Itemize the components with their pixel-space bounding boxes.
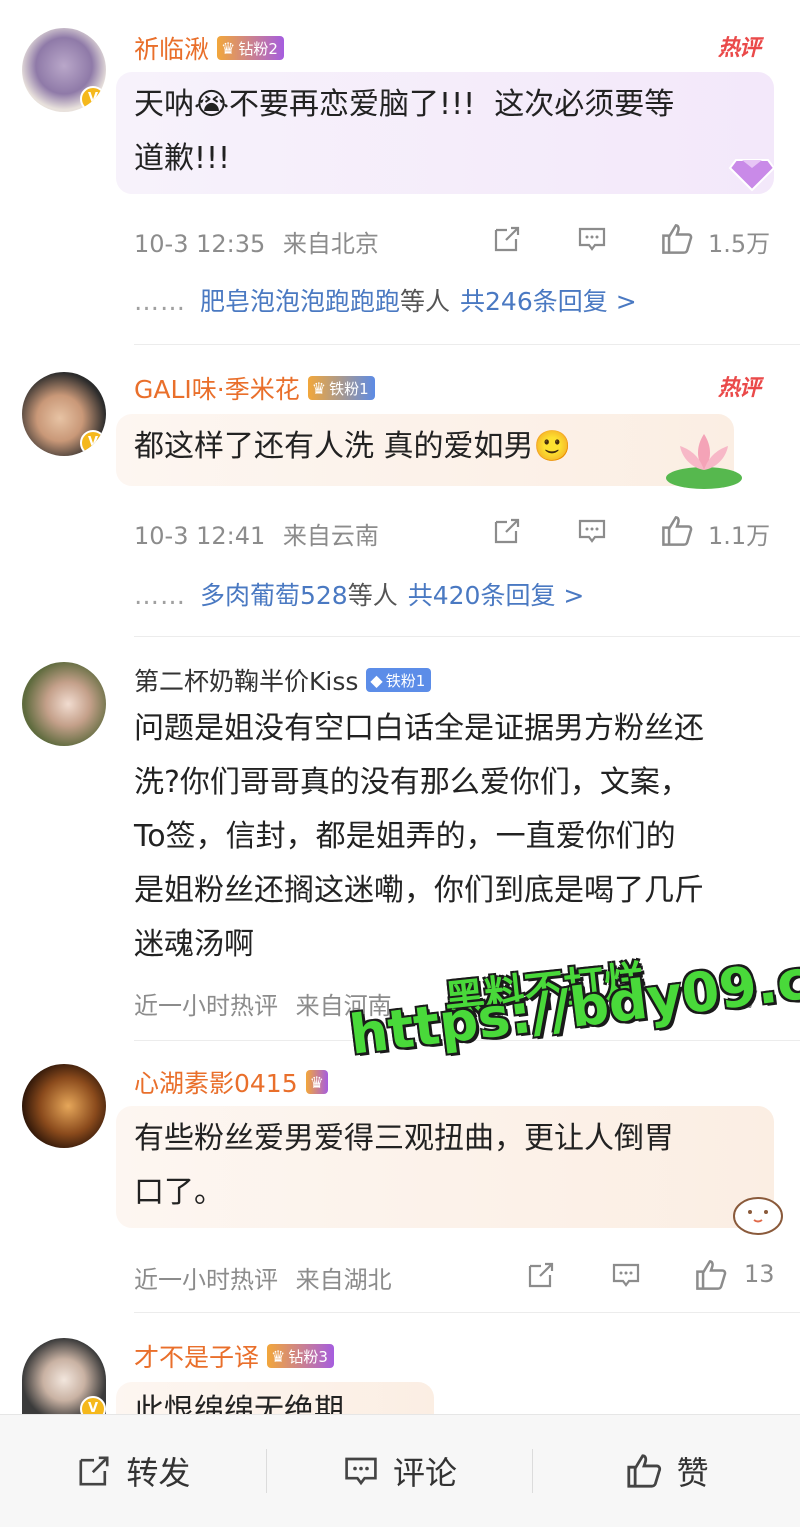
share-icon[interactable] — [492, 516, 522, 546]
fan-badge-label: 铁粉1 — [385, 671, 426, 690]
name-row: 才不是子译 ♛ 钻粉3 — [134, 1338, 334, 1374]
fan-badge: ♛ 钻粉2 — [217, 36, 284, 60]
comment-icon — [345, 1457, 377, 1486]
share-icon[interactable] — [526, 1260, 556, 1290]
crown-icon: ♛ — [309, 1072, 324, 1092]
name-row: 祈临湫 ♛ 钻粉2 — [134, 30, 284, 66]
fan-badge-label: 铁粉1 — [329, 379, 369, 398]
comment-location: 来自湖北 — [295, 1266, 392, 1294]
comment-text-clip: 此恨绵绵无绝期 — [134, 1390, 344, 1414]
avatar[interactable]: V — [22, 28, 106, 112]
avatar[interactable] — [22, 662, 106, 746]
like-button[interactable]: 赞 — [533, 1415, 800, 1527]
comment-time: 10-3 12:41 — [134, 522, 266, 550]
comment-meta: 近一小时热评 来自湖北 — [134, 1260, 392, 1295]
fan-badge: ♛ 铁粉1 — [307, 376, 375, 400]
reply-summary[interactable]: …… 肥皂泡泡泡跑跑跑等人 共246条回复 > — [134, 282, 637, 318]
diamond-decoration-icon — [728, 159, 776, 192]
comment-icon[interactable] — [577, 516, 607, 546]
verified-icon: V — [80, 86, 106, 112]
divider — [134, 636, 800, 637]
comment-icon[interactable] — [577, 224, 607, 254]
reply-count-link[interactable]: 共246条回复 > — [460, 287, 637, 316]
comment-text: 天呐😭不要再恋爱脑了!!! 这次必须要等 道歉!!! — [134, 87, 675, 176]
like-count: 1.5万 — [708, 230, 771, 258]
comment-time: 近一小时热评 — [134, 992, 278, 1020]
share-icon — [79, 1456, 109, 1486]
fan-badge: ◆ 铁粉1 — [366, 668, 432, 692]
like-icon[interactable] — [660, 514, 694, 548]
reply-suffix: 等人 — [400, 287, 451, 316]
comment-text: 有些粉丝爱男爱得三观扭曲，更让人倒胃 口了。 — [134, 1121, 674, 1210]
like-icon — [627, 1454, 661, 1488]
name-row: 心湖素影0415 ♛ — [134, 1064, 328, 1100]
avatar[interactable]: V — [22, 1338, 106, 1414]
like-icon[interactable] — [660, 222, 694, 256]
crown-icon: ♛ — [221, 38, 236, 58]
verified-icon: V — [80, 1396, 106, 1414]
share-icon[interactable] — [492, 224, 522, 254]
like-icon[interactable] — [694, 1258, 728, 1292]
comment-button[interactable]: 评论 — [267, 1415, 534, 1527]
name-row: GALI味·季米花 ♛ 铁粉1 — [134, 370, 375, 406]
avatar[interactable] — [22, 1064, 106, 1148]
diamond-icon: ◆ — [370, 670, 383, 690]
username[interactable]: 第二杯奶鞠半价Kiss — [134, 662, 358, 698]
username[interactable]: 祈临湫 — [134, 30, 209, 66]
reply-summary[interactable]: …… 多肉葡萄528等人 共420条回复 > — [134, 576, 584, 612]
lotus-decoration-icon — [666, 434, 742, 489]
crown-badge: ♛ — [305, 1070, 328, 1094]
reply-dots: …… — [134, 287, 186, 316]
hot-comment-tag: 热评 — [717, 376, 761, 401]
comment-meta: 10-3 12:41 来自云南 — [134, 516, 379, 551]
comment-location: 来自北京 — [282, 230, 379, 258]
avatar[interactable]: V — [22, 372, 106, 456]
reply-dots: …… — [134, 581, 186, 610]
fan-badge: ♛ 钻粉3 — [267, 1344, 334, 1368]
username[interactable]: 才不是子译 — [134, 1338, 259, 1374]
repost-label: 转发 — [126, 1454, 191, 1492]
reply-user-link[interactable]: 多肉葡萄528 — [200, 581, 348, 610]
repost-button[interactable]: 转发 — [0, 1415, 267, 1527]
like-label: 赞 — [676, 1454, 709, 1492]
fan-badge-label: 钻粉3 — [288, 1347, 328, 1366]
divider — [134, 1312, 800, 1313]
crown-icon: ♛ — [311, 378, 327, 398]
reply-count-link[interactable]: 共420条回复 > — [408, 581, 585, 610]
comment-text: 问题是姐没有空口白话全是证据男方粉丝还 洗?你们哥哥真的没有那么爱你们，文案， … — [134, 711, 704, 962]
sticker-decoration-icon — [733, 1197, 783, 1235]
comment-location: 来自云南 — [282, 522, 379, 550]
like-count: 1.1万 — [708, 522, 771, 550]
verified-icon: V — [80, 430, 106, 456]
comment-icon[interactable] — [611, 1260, 641, 1290]
like-count: 13 — [744, 1260, 775, 1288]
comment-text: 都这样了还有人洗 真的爱如男🙂 — [134, 429, 571, 464]
comment-meta: 10-3 12:35 来自北京 — [134, 224, 379, 259]
username[interactable]: 心湖素影0415 — [134, 1064, 298, 1100]
bottom-action-bar: 转发 评论 赞 — [0, 1414, 800, 1527]
fan-badge-label: 钻粉2 — [238, 39, 278, 58]
comment-label: 评论 — [393, 1454, 458, 1492]
name-row: 第二杯奶鞠半价Kiss ◆ 铁粉1 — [134, 662, 432, 698]
username[interactable]: GALI味·季米花 — [134, 370, 300, 406]
comment-time: 10-3 12:35 — [134, 230, 266, 258]
crown-icon: ♛ — [271, 1346, 286, 1366]
comment-text: 此恨绵绵无绝期 — [134, 1393, 344, 1414]
hot-comment-tag: 热评 — [717, 36, 761, 61]
comment-time: 近一小时热评 — [134, 1266, 278, 1294]
reply-suffix: 等人 — [347, 581, 398, 610]
divider — [134, 344, 800, 345]
reply-user-link[interactable]: 肥皂泡泡泡跑跑跑 — [200, 287, 400, 316]
